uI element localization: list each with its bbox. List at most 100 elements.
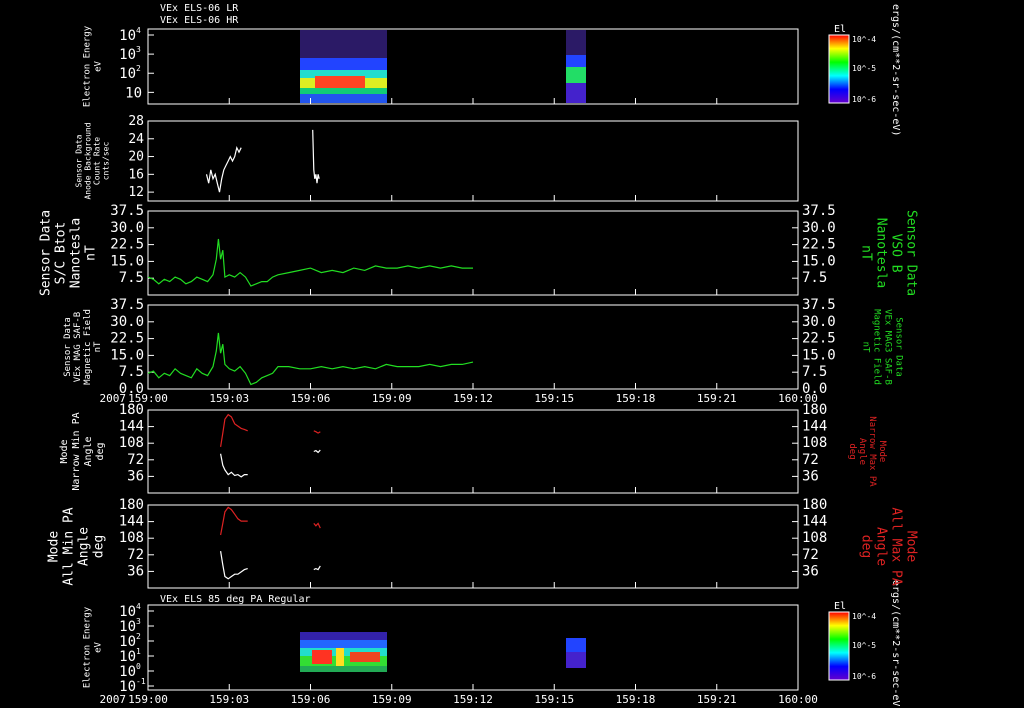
panel7-ytick-exp-4: 0: [136, 662, 141, 671]
panel7-xtick-label-3: 159:09: [372, 693, 412, 706]
panel4-ytick-right-label-4: 30.0: [802, 314, 836, 330]
panel3-ylabel-line-1: S/C Btot: [54, 222, 69, 285]
panel5-right-label-line-3: deg: [847, 443, 857, 459]
panel1-header-1: VEx ELS-06 LR: [160, 3, 239, 14]
panel3-right-label-line-1: VSO B: [889, 233, 904, 272]
panel4-ytick-right-label-5: 37.5: [802, 297, 836, 313]
panel5-ytick-right-label-0: 36: [802, 468, 819, 484]
panel6-ylabel-line-1: All Min PA: [62, 507, 77, 585]
panel5-ytick-label-2: 108: [119, 435, 144, 451]
colorbar-1: [828, 34, 850, 104]
panel5-series-max2: [313, 430, 321, 434]
panel5-right-label-line-1: Narrow Max PA: [867, 416, 877, 487]
panel5-ylabel-line-2: Angle: [83, 436, 94, 466]
colorbar-7-tick-2: 10^-6: [852, 672, 876, 681]
panel4-xtick-label-0: 159:00: [128, 392, 168, 405]
panel6-right-label-line-3: deg: [859, 535, 874, 558]
panel2-ytick-label-0: 12: [128, 185, 144, 200]
spectrogram-1: [300, 30, 586, 103]
panel3-ytick-right-label-4: 37.5: [802, 203, 836, 219]
panel6-ylabel-line-2: Angle: [77, 527, 92, 566]
panel4-xtick-label-6: 159:18: [616, 392, 656, 405]
panel6-ytick-right-label-2: 108: [802, 530, 827, 546]
panel2-ytick-label-2: 20: [128, 150, 144, 165]
panel2-ylabel-line-1: Anode Background: [84, 122, 93, 199]
panel6-ylabel-line-3: deg: [92, 535, 107, 558]
panel4-xtick-label-7: 159:21: [697, 392, 737, 405]
panel5-ylabel-line-3: deg: [95, 442, 106, 460]
panel4-ylabel-line-1: VEx MAG SAF-B: [73, 312, 83, 382]
panel2-ylabel-line-3: cnts/sec: [102, 142, 111, 181]
panel7-xtick-label-7: 159:21: [697, 693, 737, 706]
panel3-ytick-label-1: 15.0: [110, 253, 144, 269]
colorbar-7: [828, 611, 850, 681]
panel7-xtick-label-8: 160:00: [778, 693, 818, 706]
panel3-right-label-line-0: Sensor Data: [904, 210, 919, 296]
panel7-xtick-label-5: 159:15: [534, 693, 574, 706]
panel3-ytick-label-3: 30.0: [110, 220, 144, 236]
panel5-series-min: [220, 453, 248, 478]
panel6-right-label-line-2: Angle: [874, 527, 889, 566]
panel5-ytick-right-label-1: 72: [802, 452, 819, 468]
panel4-ytick-right-label-2: 15.0: [802, 347, 836, 363]
panel4-ytick-label-5: 37.5: [110, 297, 144, 313]
panel4-xtick-label-5: 159:15: [534, 392, 574, 405]
panel-frame-6: [147, 504, 799, 589]
panel6-ytick-right-label-4: 180: [802, 497, 827, 513]
panel5-right-label-line-0: Mode: [877, 441, 887, 463]
panel1-ytick-exp-2: 2: [136, 64, 141, 73]
panel4-ytick-label-1: 7.5: [119, 364, 144, 380]
panel6-right-label-line-0: Mode: [904, 531, 919, 562]
panel3-ytick-right-label-1: 15.0: [802, 253, 836, 269]
panel6-ytick-label-0: 36: [127, 563, 144, 579]
panel4-ylabel-line-2: Magnetic Field: [83, 309, 93, 385]
colorbar-7-title: El: [834, 601, 846, 612]
colorbar-7-unit: ergs/(cm**2-sr-sec-eV): [890, 580, 901, 708]
panel1-ytick-exp-1: 3: [136, 45, 141, 54]
panel6-series-max2: [313, 522, 321, 529]
panel7-ytick-label-4: 10: [119, 664, 136, 680]
panel4-right-label-line-0: Sensor Data: [894, 317, 904, 377]
panel6-ylabel-line-0: Mode: [47, 531, 62, 562]
panel3-ytick-right-label-2: 22.5: [802, 237, 836, 253]
panel5-series-max: [220, 413, 248, 447]
colorbar-7-tick-0: 10^-4: [852, 612, 876, 621]
panel3-right-label-line-2: Nanotesla: [874, 218, 889, 288]
panel6-ytick-right-label-1: 72: [802, 547, 819, 563]
panel-frame-5: [147, 409, 799, 494]
panel4-xaxis-label: 2007: [100, 392, 127, 405]
panel4-xtick-label-2: 159:06: [291, 392, 331, 405]
panel1-ytick-label-3: 10: [125, 85, 142, 101]
panel4-series-field: [147, 332, 474, 386]
panel-frame-7: [147, 604, 799, 691]
panel3-ylabel-line-3: nT: [84, 245, 99, 261]
panel4-ytick-label-2: 15.0: [110, 347, 144, 363]
panel6-series-min: [220, 551, 248, 580]
panel4-right-label-line-3: nT: [861, 342, 871, 353]
panel3-ytick-label-4: 37.5: [110, 203, 144, 219]
panel7-header: VEx ELS 85 deg PA Regular: [160, 594, 311, 605]
panel2-ytick-label-4: 28: [128, 114, 144, 129]
panel6-ytick-label-1: 72: [127, 547, 144, 563]
panel7-xaxis-label: 2007: [100, 693, 127, 706]
colorbar-1-tick-2: 10^-6: [852, 95, 876, 104]
panel5-ylabel-line-1: Narrow Min PA: [71, 412, 82, 490]
panel5-ytick-right-label-3: 144: [802, 419, 827, 435]
panel4-ylabel-line-3: nT: [93, 341, 103, 352]
panel2-ylabel-line-0: Sensor Data: [75, 134, 84, 187]
panel4-ylabel-line-0: Sensor Data: [63, 317, 73, 377]
panel5-ytick-label-3: 144: [119, 419, 144, 435]
panel7-ytick-exp-1: 3: [136, 617, 141, 626]
panel5-ytick-label-1: 72: [127, 452, 144, 468]
panel7-xtick-label-0: 159:00: [128, 693, 168, 706]
panel2-ylabel-line-2: Count Rate: [93, 137, 102, 185]
panel3-ytick-label-0: 7.5: [119, 270, 144, 286]
colorbar-7-tick-1: 10^-5: [852, 641, 876, 650]
panel6-ytick-label-2: 108: [119, 530, 144, 546]
panel6-ytick-right-label-0: 36: [802, 563, 819, 579]
panel4-ytick-right-label-3: 22.5: [802, 331, 836, 347]
colorbar-1-title: El: [834, 24, 846, 35]
panel7-xtick-label-4: 159:12: [453, 693, 493, 706]
panel4-xtick-label-8: 160:00: [778, 392, 818, 405]
spectrogram-7: [300, 632, 586, 672]
